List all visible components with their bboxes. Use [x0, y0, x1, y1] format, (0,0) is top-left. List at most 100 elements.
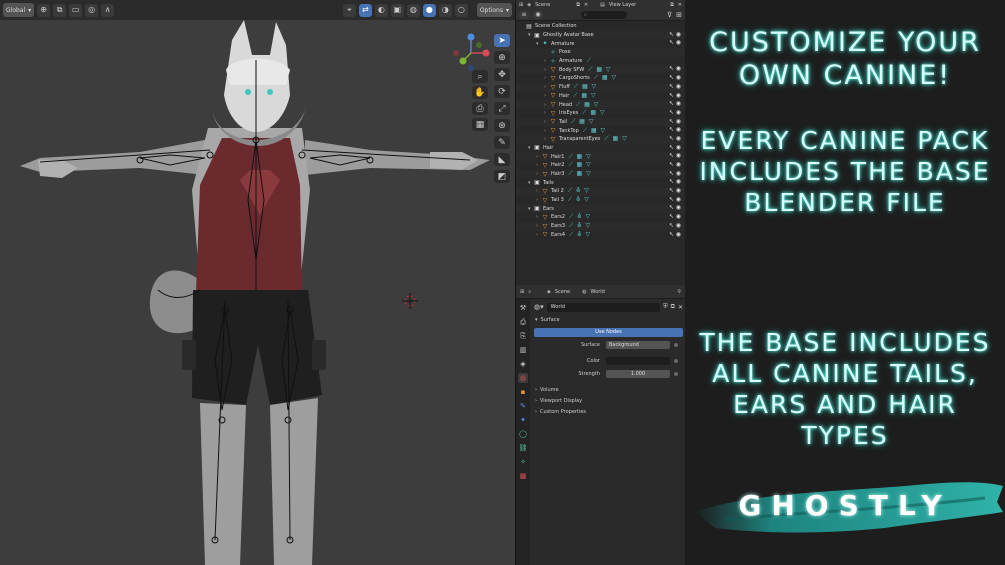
outliner-row[interactable]: › ▽ Tail ⟋ ▦ ▽ ↖ ◉ [516, 117, 685, 127]
filter-type-icon[interactable]: ◉ [533, 11, 543, 19]
search-icon[interactable]: ⌕ [528, 289, 531, 295]
gizmo-toggle-icon[interactable]: ⇄ [358, 3, 372, 17]
visibility-icon[interactable]: ⌖ [342, 3, 356, 17]
modifier-icons[interactable]: ⟋ ⛢ ▽ [569, 222, 591, 230]
expand-chevron-icon[interactable]: › [544, 58, 549, 64]
modifier-icons[interactable]: ⟋ ▦ ▽ [571, 118, 594, 126]
outliner-row[interactable]: ▾ ▣ Hair ↖ ◉ [516, 144, 685, 153]
expand-chevron-icon[interactable]: › [544, 93, 549, 99]
pivot-icon[interactable]: ⊕ [37, 3, 51, 17]
outliner-row[interactable]: › ▽ Tail 3 ⟋ ⛢ ▽ ↖ ◉ [516, 196, 685, 205]
modifier-icons[interactable]: ⟋ ▦ ▽ [573, 92, 596, 100]
wireframe-shading-icon[interactable]: ◍ [406, 3, 420, 17]
visibility-toggle-icon[interactable]: ↖ ◉ [669, 74, 681, 81]
expand-chevron-icon[interactable]: › [536, 223, 541, 229]
data-tab-icon[interactable]: ✧ [518, 457, 528, 467]
outliner-row[interactable]: › ▽ Hair ⟋ ▦ ▽ ↖ ◉ [516, 92, 685, 101]
socket-dot[interactable] [674, 343, 678, 347]
expand-chevron-icon[interactable]: › [536, 162, 541, 168]
constraints-tab-icon[interactable]: ⛓ [518, 443, 528, 453]
modifier-icons[interactable]: ⟋ ▦ ▽ [582, 109, 605, 117]
annotate-icon[interactable]: ✎ [494, 136, 510, 149]
outliner-row[interactable]: ▾ ▣ Ears ↖ ◉ [516, 204, 685, 214]
visibility-toggle-icon[interactable]: ↖ ◉ [669, 135, 681, 142]
color-swatch[interactable] [606, 357, 670, 365]
expand-chevron-icon[interactable]: › [544, 84, 549, 90]
3d-viewport[interactable]: Global ▾ ⊕ ⧉ ▭ ◎ ∧ ⌖ ⇄ ◐ ▣ ◍ ● ◑ ○ Option… [0, 0, 515, 565]
modifier-tab-icon[interactable]: ✎ [518, 401, 528, 411]
new-view-layer-icon[interactable]: ⧉ [670, 2, 674, 8]
visibility-toggle-icon[interactable]: ↖ ◉ [669, 231, 681, 238]
duplicate-icon[interactable]: ⧉ [671, 303, 675, 311]
expand-chevron-icon[interactable]: › [544, 75, 549, 81]
expand-chevron-icon[interactable]: › [544, 128, 549, 134]
expand-chevron-icon[interactable]: › [544, 67, 549, 73]
modifier-icons[interactable]: ⟋ ▦ ▽ [568, 170, 591, 178]
visibility-toggle-icon[interactable]: ↖ ◉ [669, 39, 681, 46]
view-layer-name[interactable]: View Layer [609, 2, 636, 8]
socket-dot[interactable] [674, 359, 678, 363]
outliner-row[interactable]: › ▽ Hair1 ⟋ ▦ ▽ ↖ ◉ [516, 152, 685, 161]
scene-name[interactable]: Scene [535, 2, 550, 8]
outliner-row[interactable]: › ▽ Head ⟋ ▦ ▽ ↖ ◉ [516, 100, 685, 109]
expand-chevron-icon[interactable]: › [536, 232, 541, 238]
add-cube-icon[interactable]: ◩ [494, 170, 510, 183]
3d-cursor-icon[interactable] [402, 293, 418, 309]
modifier-icons[interactable]: ⟋ ▦ ▽ [574, 83, 597, 91]
rendered-shading-icon[interactable]: ○ [454, 3, 468, 17]
modifier-icons[interactable]: ⟋ ⛢ ▽ [569, 231, 591, 239]
outliner-row[interactable]: › ▽ CargoShorts ⟋ ▦ ▽ ↖ ◉ [516, 74, 685, 83]
particles-tab-icon[interactable]: ✦ [518, 415, 528, 425]
visibility-toggle-icon[interactable]: ↖ ◉ [669, 65, 681, 72]
expand-chevron-icon[interactable]: ▾ [528, 206, 533, 212]
orientation-dropdown[interactable]: Global ▾ [3, 3, 35, 17]
y-axis-icon[interactable] [459, 57, 467, 65]
outliner-row[interactable]: › ▽ Tail 2 ⟋ ⛢ ▽ ↖ ◉ [516, 187, 685, 196]
output-tab-icon[interactable]: ⎘ [518, 331, 528, 341]
modifier-icons[interactable]: ⟋ ▦ ▽ [604, 135, 627, 143]
visibility-toggle-icon[interactable]: ↖ ◉ [669, 118, 681, 125]
object-tab-icon[interactable]: ▪ [518, 387, 528, 397]
transform-icon[interactable]: ⊛ [494, 119, 510, 132]
outliner-row[interactable]: › ▽ TransparentEyes ⟋ ▦ ▽ ↖ ◉ [516, 134, 685, 144]
modifier-icons[interactable]: ⟋ ▦ ▽ [594, 74, 617, 82]
use-nodes-button[interactable]: Use Nodes [534, 328, 683, 337]
outliner-row[interactable]: › ▽ TankTop ⟋ ▦ ▽ ↖ ◉ [516, 126, 685, 135]
select-cursor-icon[interactable]: ➤ [494, 34, 510, 47]
collapsed-section-header[interactable]: › Viewport Display [535, 396, 685, 406]
expand-chevron-icon[interactable]: › [536, 214, 541, 220]
zoom-icon[interactable]: ⌕ [472, 70, 488, 83]
visibility-toggle-icon[interactable]: ↖ ◉ [669, 92, 681, 99]
camera-icon[interactable]: ⎙ [472, 102, 488, 115]
outliner-row[interactable]: › ▽ IrisEyes ⟋ ▦ ▽ ↖ ◉ [516, 109, 685, 118]
outliner-row[interactable]: › ▽ Body SFW ⟋ ▦ ▽ ↖ ◉ [516, 65, 685, 75]
scale-icon[interactable]: ⤢ [494, 102, 510, 115]
unlink-icon[interactable]: ✕ [678, 304, 683, 311]
new-scene-icon[interactable]: ⧉ [576, 2, 580, 8]
pan-hand-icon[interactable]: ✋ [472, 86, 488, 99]
expand-chevron-icon[interactable]: › [536, 197, 541, 203]
overlay-icon[interactable]: ◐ [374, 3, 388, 17]
expand-chevron-icon[interactable]: › [536, 154, 541, 160]
expand-chevron-icon[interactable]: › [536, 188, 541, 194]
visibility-toggle-icon[interactable]: ↖ ◉ [669, 83, 681, 90]
modifier-icons[interactable]: ⟋ ⛢ ▽ [569, 213, 591, 221]
modifier-icons[interactable]: ⟋ ⛢ ▽ [568, 196, 590, 204]
outliner-row[interactable]: ▾ ▣ Tails ↖ ◉ [516, 178, 685, 187]
physics-tab-icon[interactable]: ◯ [518, 429, 528, 439]
modifier-icons[interactable]: ⟋ ▦ ▽ [583, 127, 606, 135]
snap-icon[interactable]: ⧉ [53, 3, 67, 17]
surface-dropdown[interactable]: Background [606, 341, 670, 349]
neg-y-axis-icon[interactable] [476, 42, 482, 48]
collapsed-section-header[interactable]: › Custom Properties [535, 407, 685, 417]
expand-chevron-icon[interactable]: ▾ [536, 41, 541, 47]
modifier-icons[interactable]: ⟋ ▦ ▽ [576, 101, 599, 109]
outliner-row[interactable]: › ▽ Ears2 ⟋ ⛢ ▽ ↖ ◉ [516, 213, 685, 222]
modifier-icons[interactable]: ⟋ ⛢ ▽ [568, 187, 590, 195]
modifier-icons[interactable]: ⟋ [586, 57, 591, 65]
world-tab-icon[interactable]: ◍ [518, 373, 528, 383]
expand-chevron-icon[interactable]: ▾ [528, 32, 533, 38]
visibility-toggle-icon[interactable]: ↖ ◉ [669, 161, 681, 168]
rotate-icon[interactable]: ⟳ [494, 85, 510, 98]
editor-type-icon[interactable]: ⊞ [519, 2, 523, 8]
